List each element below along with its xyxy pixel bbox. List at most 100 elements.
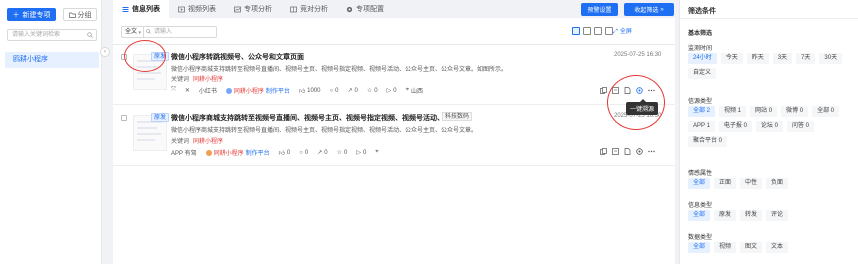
- copy-icon[interactable]: [600, 87, 607, 94]
- content-search-placeholder: 请输入: [154, 29, 173, 35]
- chart-icon: [234, 6, 241, 12]
- list-item[interactable]: 原发 微信小程序转跳视频号、公众号和文章页面 微信小程序商城支持跳转至视频号直播…: [113, 45, 675, 105]
- filter-option[interactable]: 30天: [819, 53, 843, 64]
- keyword-label: 关键词: [171, 139, 190, 145]
- tab-info-list[interactable]: 信息列表: [113, 0, 169, 18]
- filter-option[interactable]: 7天: [796, 53, 816, 64]
- list-item[interactable]: 原发 微信小程序商城支持跳转至视频号直播间、视频号主页、视频号指定视频、视频号活…: [113, 106, 675, 166]
- likes: 👍︎ 0: [278, 149, 291, 157]
- folder-icon: [68, 12, 76, 18]
- filter-option[interactable]: 负面: [766, 178, 789, 189]
- copy-icon[interactable]: [600, 148, 607, 155]
- more-icon[interactable]: [648, 148, 655, 155]
- author[interactable]: 同耕小程序 制作平台: [225, 86, 290, 95]
- item-title[interactable]: 微信小程序转跳视频号、公众号和文章页面: [171, 52, 304, 62]
- chevron-down-icon: ▾: [138, 30, 141, 36]
- keyword-label: 关键词: [171, 77, 190, 83]
- filter-option[interactable]: 全部 0: [812, 106, 840, 117]
- filter-option[interactable]: 评论: [766, 210, 789, 221]
- more-icon[interactable]: [648, 87, 655, 94]
- search-icon[interactable]: [87, 32, 93, 38]
- collapse-filter-button[interactable]: 收起筛选 »: [624, 3, 674, 16]
- filter-option[interactable]: 全部 2: [688, 106, 716, 117]
- platform-name: 小红书: [198, 89, 217, 95]
- filter-option[interactable]: 聚合平台 0: [688, 136, 728, 147]
- filter-option[interactable]: APP 1: [688, 121, 715, 132]
- filter-option[interactable]: 视频: [714, 242, 737, 253]
- project-sidebar: ＋ 新建专项 分组 请输入关键词检索 鸥耕小程序: [0, 0, 102, 264]
- filter-option[interactable]: 全部: [688, 178, 711, 189]
- collects: ☆ 0: [366, 87, 378, 95]
- item-title[interactable]: 微信小程序商城支持跳转至视频号直播间、视频号主页、视频号指定视频、视频号活动、.…: [171, 113, 450, 123]
- filter-option[interactable]: 全部: [688, 210, 711, 221]
- location: ⌖: [375, 149, 378, 156]
- document-icon[interactable]: [624, 87, 631, 94]
- double-chevron-right-icon: »: [660, 6, 664, 13]
- view-list-icon[interactable]: [572, 27, 580, 35]
- filter-option[interactable]: 全部: [688, 242, 711, 253]
- filter-option[interactable]: 24小时: [688, 53, 717, 64]
- trace-source-icon[interactable]: [636, 148, 643, 155]
- view-grid-icon[interactable]: [605, 27, 613, 35]
- filter-option[interactable]: 今天: [720, 53, 743, 64]
- filter-option[interactable]: 问答 0: [786, 121, 814, 132]
- plays: ▷ 0: [386, 87, 397, 95]
- filter-option[interactable]: 图文: [740, 242, 763, 253]
- tab-label: 信息列表: [132, 6, 160, 13]
- tab-project-config[interactable]: 专项配置: [337, 0, 393, 18]
- filter-option[interactable]: 视频 1: [719, 106, 747, 117]
- shares: ↗ 0: [347, 87, 358, 95]
- filter-option[interactable]: 论坛 0: [755, 121, 783, 132]
- scope-select[interactable]: 全文 ▾: [121, 26, 144, 38]
- plus-icon: ＋: [12, 11, 20, 19]
- trace-source-icon[interactable]: [636, 87, 643, 94]
- filter-option[interactable]: 电子报 0: [718, 121, 752, 132]
- tab-competitor-analysis[interactable]: 竞对分析: [281, 0, 337, 18]
- document-icon[interactable]: [624, 148, 631, 155]
- expand-icon[interactable]: ⤧: [171, 87, 176, 94]
- info-type-filter-options: 全部 原发 转发 评论: [688, 210, 853, 221]
- view-card-icon[interactable]: [594, 27, 602, 35]
- new-project-label: 新建专项: [22, 11, 51, 19]
- content-search-input[interactable]: 请输入: [144, 26, 217, 38]
- type-badge: 原发: [151, 113, 170, 122]
- new-project-button[interactable]: ＋ 新建专项: [7, 8, 56, 21]
- time-filter-options: 24小时 今天 昨天 3天 7天 30天 自定义: [688, 53, 853, 79]
- select-checkbox[interactable]: [121, 54, 127, 60]
- filter-option[interactable]: 转发: [740, 210, 763, 221]
- author[interactable]: 同耕小程序 制作平台: [205, 148, 270, 157]
- link-icon[interactable]: ✕: [185, 87, 190, 94]
- filter-option[interactable]: 微博 0: [781, 106, 809, 117]
- compare-icon: [290, 6, 297, 12]
- keyword-search-input[interactable]: 请输入关键词检索: [7, 29, 97, 41]
- comments: ○ 0: [299, 149, 309, 156]
- star-icon: ☆: [336, 150, 342, 156]
- filter-option[interactable]: 3天: [772, 53, 793, 64]
- filter-option[interactable]: 昨天: [746, 53, 769, 64]
- project-item-gougeng[interactable]: 鸥耕小程序: [5, 52, 99, 68]
- search-icon: [146, 29, 151, 34]
- select-checkbox[interactable]: [121, 115, 127, 121]
- collects: ☆ 0: [336, 149, 348, 157]
- trace-source-tooltip: 一键溯源: [626, 99, 659, 115]
- keyword-row: 关键词 同耕小程序: [171, 74, 223, 83]
- filter-option[interactable]: 正面: [714, 178, 737, 189]
- comment-icon: ○: [299, 149, 303, 156]
- tab-label: 竞对分析: [300, 6, 328, 13]
- report-icon[interactable]: [612, 148, 619, 155]
- collapse-sidebar-button[interactable]: ‹: [100, 47, 110, 57]
- filter-option[interactable]: 原发: [714, 210, 737, 221]
- fullscreen-button[interactable]: ⤢ 全屏: [613, 26, 637, 38]
- filter-option[interactable]: 网站 0: [750, 106, 778, 117]
- warning-settings-button[interactable]: 预警设置: [581, 3, 618, 16]
- filter-option[interactable]: 自定义: [688, 68, 717, 79]
- video-icon: [178, 6, 185, 12]
- group-button[interactable]: 分组: [63, 8, 97, 21]
- report-icon[interactable]: [612, 87, 619, 94]
- view-compact-icon[interactable]: [583, 27, 591, 35]
- keyword-search-placeholder: 请输入关键词检索: [12, 32, 61, 38]
- filter-option[interactable]: 中性: [740, 178, 763, 189]
- tab-project-analysis[interactable]: 专项分析: [225, 0, 281, 18]
- tab-video-list[interactable]: 视频列表: [169, 0, 225, 18]
- filter-option[interactable]: 文本: [766, 242, 789, 253]
